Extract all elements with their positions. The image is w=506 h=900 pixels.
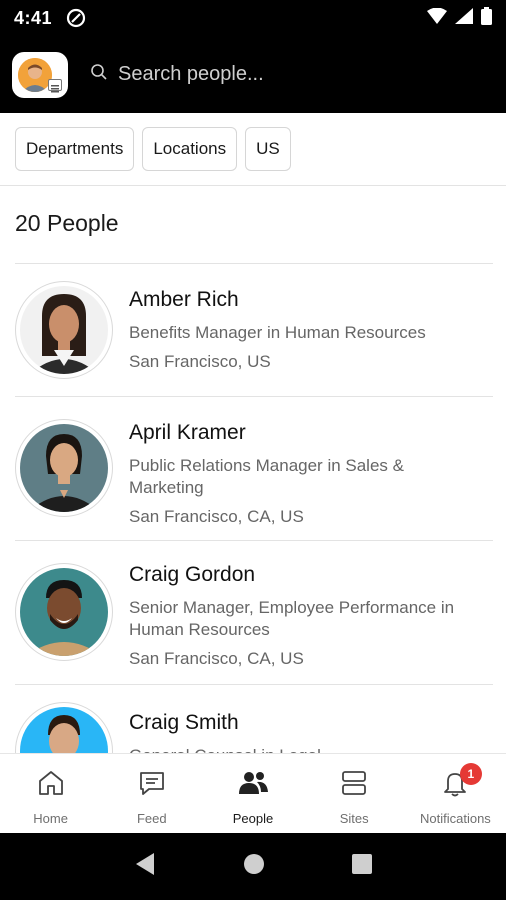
notification-badge: 1 [459, 763, 482, 785]
person-name: Craig Gordon [129, 563, 256, 586]
menu-lines-icon [48, 78, 62, 92]
nav-people[interactable]: People [202, 754, 303, 833]
profile-avatar-button[interactable] [12, 51, 68, 98]
home-icon [36, 768, 66, 803]
chat-icon [137, 768, 167, 803]
person-title: Public Relations Manager in Sales & Mark… [129, 456, 404, 497]
battery-icon [481, 6, 492, 30]
person-avatar [15, 702, 113, 753]
person-location: San Francisco, US [129, 352, 271, 371]
search-icon [90, 63, 108, 86]
person-name: Amber Rich [129, 288, 239, 311]
sites-icon [339, 768, 369, 803]
nav-home[interactable]: Home [0, 754, 101, 833]
search-bar[interactable] [90, 63, 494, 86]
person-row[interactable]: April Kramer Public Relations Manager in… [15, 397, 493, 541]
nav-notifications[interactable]: 1 Notifications [405, 754, 506, 833]
person-avatar [15, 281, 113, 379]
person-location: San Francisco, CA, US [129, 649, 304, 668]
filter-chip-locations[interactable]: Locations [142, 127, 238, 171]
recents-icon[interactable] [352, 854, 373, 879]
person-row[interactable]: Craig Smith General Counsel in Legal [15, 685, 493, 753]
person-location: San Francisco, CA, US [129, 507, 304, 526]
at-sign-icon [66, 8, 86, 28]
person-title: General Counsel in Legal [129, 745, 321, 753]
person-avatar [15, 419, 113, 517]
nav-label: Sites [339, 811, 369, 826]
avatar-image [18, 57, 52, 92]
nav-sites[interactable]: Sites [304, 754, 405, 833]
person-name: Craig Smith [129, 711, 239, 734]
app-header [0, 36, 506, 113]
people-icon [237, 768, 269, 803]
back-icon[interactable] [134, 852, 156, 881]
search-input[interactable] [118, 63, 458, 86]
wifi-icon [427, 7, 447, 29]
status-bar: 4:41 [0, 0, 506, 36]
people-list: Amber Rich Benefits Manager in Human Res… [0, 264, 506, 753]
filter-bar: Departments Locations US [0, 113, 506, 186]
status-time: 4:41 [14, 7, 53, 28]
system-nav-bar [0, 833, 506, 900]
filter-chip-departments[interactable]: Departments [15, 127, 135, 171]
person-title: Benefits Manager in Human Resources [129, 323, 426, 342]
nav-label: Home [33, 811, 68, 826]
nav-feed[interactable]: Feed [101, 754, 202, 833]
nav-label: People [232, 811, 274, 826]
person-avatar [15, 563, 113, 661]
nav-label: Notifications [420, 811, 491, 826]
people-count: 20 People [15, 210, 119, 236]
home-circle-icon[interactable] [243, 853, 265, 880]
filter-chip-us[interactable]: US [245, 127, 291, 171]
bottom-nav: Home Feed People Sites 1 Notifications [0, 753, 506, 833]
person-row[interactable]: Amber Rich Benefits Manager in Human Res… [15, 264, 493, 397]
nav-label: Feed [136, 811, 167, 826]
signal-icon [455, 7, 473, 29]
person-name: April Kramer [129, 421, 246, 444]
person-row[interactable]: Craig Gordon Senior Manager, Employee Pe… [15, 541, 493, 685]
person-title: Senior Manager, Employee Performance in … [129, 598, 455, 639]
